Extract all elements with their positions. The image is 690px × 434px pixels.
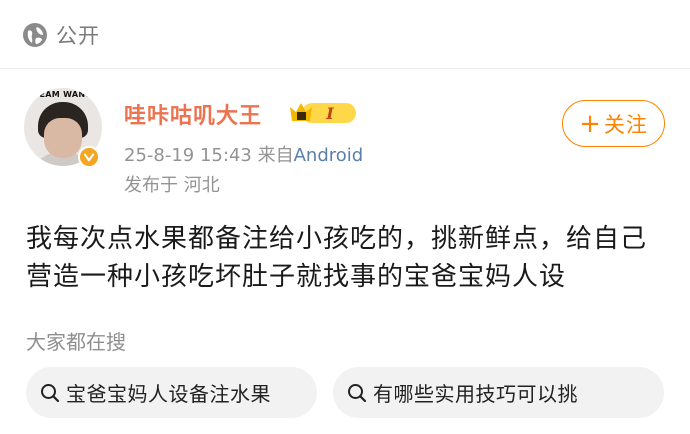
follow-button[interactable]: + 关注 — [562, 100, 665, 147]
privacy-label: 公开 — [56, 24, 100, 48]
source-link[interactable]: Android — [294, 145, 364, 166]
search-icon — [41, 383, 60, 402]
username[interactable]: 哇咔咕叽大王 — [124, 98, 262, 130]
timestamp: 25-8-19 15:43 — [124, 145, 252, 166]
plus-icon: + — [579, 108, 602, 139]
hot-search-title: 大家都在搜 — [26, 330, 126, 354]
globe-icon — [23, 23, 47, 47]
chip-label: 有哪些实用技巧可以挑 — [373, 382, 578, 406]
privacy-bar: 公开 — [0, 0, 690, 70]
verified-badge-icon — [78, 146, 100, 168]
hot-search-chip[interactable]: 宝爸宝妈人设备注水果 — [26, 367, 317, 418]
chip-label: 宝爸宝妈人设备注水果 — [66, 382, 271, 406]
vip-level: I — [325, 104, 334, 123]
avatar-text: TEAM WANG — [33, 90, 93, 99]
vip-crown-badge-icon: I — [290, 103, 356, 123]
location: 发布于 河北 — [124, 175, 220, 196]
post-content: 我每次点水果都备注给小孩吃的，挑新鲜点，给自己营造一种小孩吃坏肚子就找事的宝爸宝… — [26, 224, 648, 292]
follow-label: 关注 — [603, 112, 648, 137]
search-icon — [348, 383, 367, 402]
divider — [0, 68, 690, 69]
post-meta: 25-8-19 15:43 来自Android — [124, 141, 363, 167]
hot-search-chip[interactable]: 有哪些实用技巧可以挑 — [333, 367, 664, 418]
source-prefix: 来自 — [257, 145, 294, 166]
